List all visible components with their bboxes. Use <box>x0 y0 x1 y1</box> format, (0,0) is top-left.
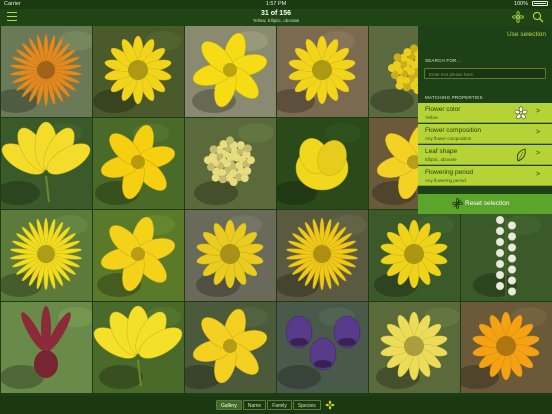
photo-thumbnail[interactable] <box>93 210 184 301</box>
photo-thumbnail[interactable] <box>277 302 368 393</box>
property-value: Yellow <box>425 115 438 120</box>
bottom-tab-bar: Gallery Name Family Species <box>0 396 552 414</box>
property-label: Flower color <box>425 106 461 113</box>
reset-label: Reset selection <box>465 200 510 207</box>
photo-thumbnail[interactable] <box>185 210 276 301</box>
photo-thumbnail[interactable] <box>185 26 276 117</box>
clock-label: 1:57 PM <box>265 1 287 7</box>
tab-gallery[interactable]: Gallery <box>216 400 242 410</box>
photo-thumbnail[interactable] <box>277 26 368 117</box>
reset-selection-button[interactable]: Reset selection <box>418 194 552 214</box>
page-title: 31 of 156 <box>261 10 291 17</box>
property-row-flowering-period[interactable]: Flowering period Any flowering period > <box>418 166 552 186</box>
yellow-flower-thumbnail <box>514 106 528 120</box>
segmented-tabs: Gallery Name Family Species <box>216 400 335 410</box>
chevron-right-icon: > <box>536 171 541 178</box>
status-bar: Carrier 1:57 PM 100% <box>0 0 552 9</box>
leaf-outline-icon <box>516 148 526 162</box>
flower-reset-icon <box>452 198 463 209</box>
photo-thumbnail[interactable] <box>369 210 460 301</box>
navigation-bar: 31 of 156 Yellow, Elliptic, obovate <box>0 9 552 26</box>
photo-thumbnail[interactable] <box>1 118 92 209</box>
chevron-right-icon: > <box>536 129 541 136</box>
battery-icon <box>532 1 548 6</box>
selection-panel: Use selection SEARCH FOR... Enter text p… <box>418 26 552 214</box>
flower-tab-icon[interactable] <box>325 400 335 410</box>
chevron-right-icon: > <box>536 108 541 115</box>
tab-family[interactable]: Family <box>267 400 292 410</box>
property-value: Elliptic, obovate <box>425 157 457 162</box>
photo-thumbnail[interactable] <box>1 210 92 301</box>
battery-percent: 100% <box>513 1 528 7</box>
page-subtitle: Yellow, Elliptic, obovate <box>252 18 300 23</box>
photo-thumbnail[interactable] <box>1 302 92 393</box>
photo-thumbnail[interactable] <box>93 302 184 393</box>
search-input[interactable]: Enter text please here <box>424 68 546 79</box>
photo-thumbnail[interactable] <box>1 26 92 117</box>
property-row-flower-color[interactable]: Flower color Yellow > <box>418 103 552 123</box>
photo-thumbnail[interactable] <box>369 302 460 393</box>
photo-thumbnail[interactable] <box>461 302 552 393</box>
photo-thumbnail[interactable] <box>93 26 184 117</box>
property-label: Leaf shape <box>425 148 458 155</box>
tab-name[interactable]: Name <box>242 400 267 410</box>
property-value: Any flower composition <box>425 136 472 141</box>
photo-thumbnail[interactable] <box>461 210 552 301</box>
search-section-header: SEARCH FOR... <box>425 58 461 63</box>
search-icon[interactable] <box>532 11 544 23</box>
chevron-right-icon: > <box>536 150 541 157</box>
photo-thumbnail[interactable] <box>185 118 276 209</box>
tab-species[interactable]: Species <box>292 400 321 410</box>
photo-thumbnail[interactable] <box>277 118 368 209</box>
photo-thumbnail[interactable] <box>277 210 368 301</box>
property-label: Flowering period <box>425 169 474 176</box>
property-row-flower-composition[interactable]: Flower composition Any flower compositio… <box>418 124 552 144</box>
property-value: Any flowering period <box>425 178 466 183</box>
matching-section-header: MATCHING PROPERTIES <box>425 95 483 100</box>
photo-thumbnail[interactable] <box>185 302 276 393</box>
photo-thumbnail[interactable] <box>93 118 184 209</box>
property-row-leaf-shape[interactable]: Leaf shape Elliptic, obovate > <box>418 145 552 165</box>
property-label: Flower composition <box>425 127 481 134</box>
use-selection-button[interactable]: Use selection <box>507 31 546 38</box>
flower-filter-icon[interactable] <box>512 11 524 23</box>
